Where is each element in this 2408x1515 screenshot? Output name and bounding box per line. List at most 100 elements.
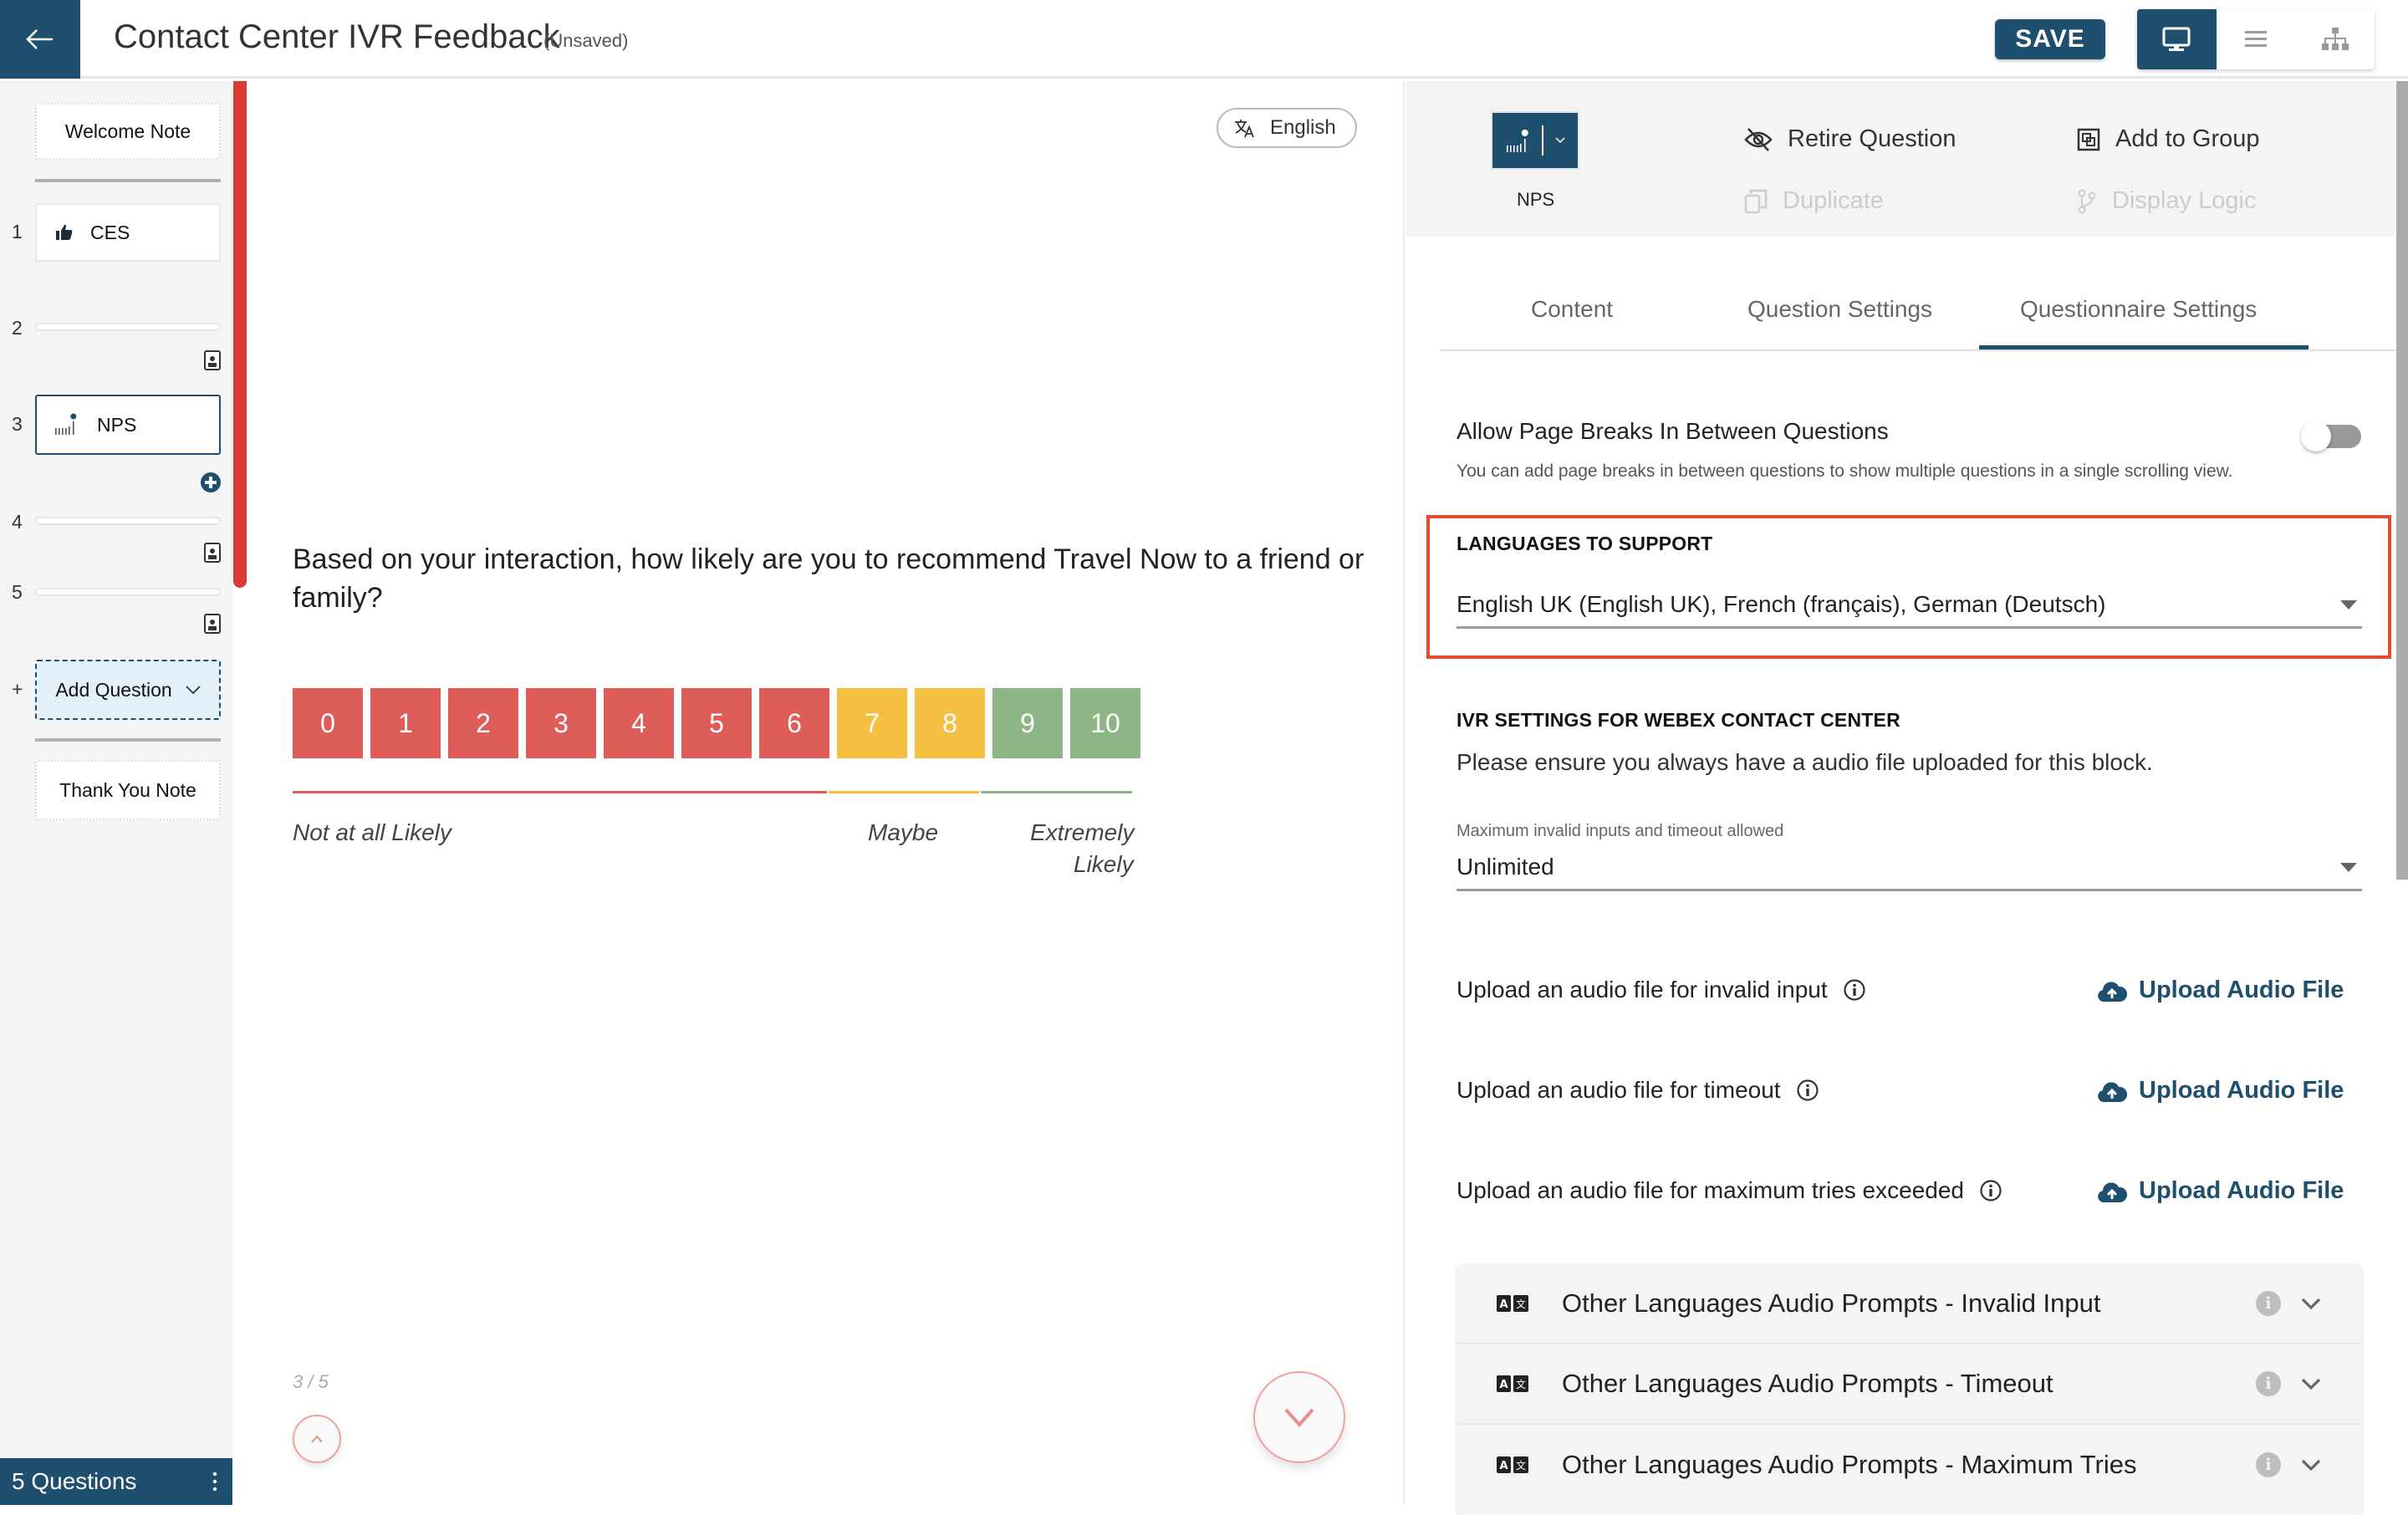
info-outline-icon[interactable]: [1979, 1179, 2002, 1202]
add-after-icon[interactable]: [201, 472, 221, 492]
chevron-down-icon: [1555, 137, 1565, 144]
question-card-4[interactable]: [35, 517, 221, 525]
translate-icon: [1235, 120, 1254, 138]
welcome-note-label: Welcome Note: [64, 120, 191, 142]
nps-option-4[interactable]: 4: [604, 688, 674, 758]
chevron-down-icon[interactable]: [2301, 1297, 2321, 1310]
branch-icon: [2078, 189, 2096, 213]
nps-option-9[interactable]: 9: [992, 688, 1063, 758]
back-button[interactable]: [0, 0, 80, 79]
info-icon[interactable]: i: [2256, 1371, 2281, 1396]
copy-icon: [1744, 189, 1768, 213]
info-icon[interactable]: i: [2256, 1291, 2281, 1316]
max-invalid-value: Unlimited: [1457, 853, 1554, 880]
max-invalid-select[interactable]: Unlimited: [1457, 844, 2362, 891]
languages-select[interactable]: English UK (English UK), French (françai…: [1457, 582, 2362, 629]
cloud-upload-icon: [2098, 981, 2127, 1002]
nps-option-10[interactable]: 10: [1070, 688, 1140, 758]
desktop-view-button[interactable]: [2137, 9, 2217, 69]
accordion-label: Other Languages Audio Prompts - Maximum …: [1562, 1450, 2137, 1479]
add-to-group-button[interactable]: Add to Group: [2077, 125, 2260, 153]
info-outline-icon[interactable]: [1843, 978, 1866, 1002]
nps-option-8[interactable]: 8: [915, 688, 985, 758]
question-type-button[interactable]: [1491, 111, 1579, 170]
hierarchy-view-button[interactable]: [2295, 9, 2375, 69]
question-card-ces[interactable]: CES: [35, 203, 221, 262]
scale-line-detractor: [293, 791, 827, 793]
question-card-5[interactable]: [35, 588, 221, 596]
scrollbar[interactable]: [2396, 81, 2408, 880]
next-question-button[interactable]: [1253, 1371, 1345, 1463]
duplicate-button[interactable]: Duplicate: [1744, 187, 1884, 215]
save-button[interactable]: SAVE: [1995, 19, 2105, 59]
display-logic-button[interactable]: Display Logic: [2077, 187, 2256, 215]
previous-question-button[interactable]: [293, 1415, 341, 1463]
cloud-upload-icon: [2098, 1181, 2127, 1202]
divider: [35, 738, 221, 742]
nps-option-3[interactable]: 3: [526, 688, 596, 758]
welcome-note-card[interactable]: Welcome Note: [35, 103, 221, 160]
divider: [35, 179, 221, 182]
monitor-icon: [2162, 27, 2191, 51]
accordion-row[interactable]: A 文 Other Languages Audio Prompts - Invali…: [1457, 1264, 2362, 1344]
retire-question-button[interactable]: Retire Question: [1744, 125, 1956, 153]
svg-text:文: 文: [1516, 1298, 1526, 1310]
upload-row-label: Upload an audio file for maximum tries e…: [1457, 1177, 2002, 1204]
add-question-label: Add Question: [55, 678, 172, 701]
page-break-icon[interactable]: [204, 543, 221, 563]
upload-audio-file-button[interactable]: Upload Audio File: [2097, 1177, 2344, 1205]
caret-down-icon: [2340, 863, 2357, 872]
upload-audio-file-button[interactable]: Upload Audio File: [2097, 1077, 2344, 1104]
question-type-label: NPS: [1517, 189, 1555, 210]
add-question-button[interactable]: Add Question: [35, 660, 221, 720]
scale-label-high: Extremely: [1030, 819, 1135, 845]
chevron-down-icon[interactable]: [2301, 1458, 2321, 1472]
question-card-2[interactable]: [35, 323, 221, 331]
info-icon[interactable]: i: [2256, 1452, 2281, 1477]
chevron-down-icon: [1284, 1408, 1314, 1427]
scale-label-mid: Maybe: [868, 819, 939, 845]
accordion-row[interactable]: A 文 Other Languages Audio Prompts - Maximu…: [1457, 1425, 2362, 1505]
nps-option-6[interactable]: 6: [759, 688, 829, 758]
arrow-left-icon: [26, 29, 53, 49]
ivr-note: Please ensure you always have a audio fi…: [1457, 749, 2153, 775]
questions-count: 5 Questions: [12, 1468, 137, 1494]
nps-scale: 0 1 2 3 4 5 6 7 8 9 10: [293, 688, 1140, 758]
list-view-button[interactable]: [2217, 9, 2296, 69]
tab-content[interactable]: Content: [1531, 296, 1613, 323]
svg-text:A: A: [1499, 1460, 1508, 1472]
active-tab-indicator: [1979, 345, 2309, 349]
more-vertical-icon[interactable]: [212, 1470, 217, 1493]
nps-option-7[interactable]: 7: [837, 688, 907, 758]
upload-row-label: Upload an audio file for timeout: [1457, 1077, 1819, 1104]
other-languages-accordion: A 文 Other Languages Audio Prompts - Invali…: [1457, 1264, 2362, 1515]
thumbs-up-icon: [56, 224, 73, 240]
info-outline-icon[interactable]: [1796, 1079, 1819, 1102]
nps-option-5[interactable]: 5: [681, 688, 752, 758]
questions-count-bar: 5 Questions: [0, 1458, 232, 1505]
svg-text:A: A: [1499, 1298, 1508, 1311]
tab-questionnaire-settings[interactable]: Questionnaire Settings: [2020, 296, 2257, 323]
group-icon: [2077, 128, 2100, 150]
question-number: 5: [12, 581, 23, 603]
page-breaks-title: Allow Page Breaks In Between Questions: [1457, 418, 1889, 444]
scale-line-promoter: [981, 791, 1132, 793]
chevron-down-icon[interactable]: [2301, 1377, 2321, 1390]
upload-audio-file-button[interactable]: Upload Audio File: [2097, 977, 2344, 1004]
nps-option-2[interactable]: 2: [448, 688, 518, 758]
language-selector[interactable]: English: [1217, 108, 1357, 148]
language-translate-icon: A文: [1497, 1456, 1528, 1473]
accordion-row[interactable]: A 文 Other Languages Audio Prompts - Timeou…: [1457, 1344, 2362, 1425]
chevron-up-icon: [311, 1435, 323, 1443]
tab-question-settings[interactable]: Question Settings: [1747, 296, 1932, 323]
page-break-icon[interactable]: [204, 350, 221, 370]
save-status: (Unsaved): [543, 30, 629, 51]
separator: [1542, 125, 1543, 156]
nps-option-1[interactable]: 1: [370, 688, 441, 758]
thank-you-note-label: Thank You Note: [59, 778, 196, 801]
thank-you-note-card[interactable]: Thank You Note: [35, 760, 221, 820]
nps-option-0[interactable]: 0: [293, 688, 363, 758]
page-breaks-toggle[interactable]: [2301, 421, 2363, 451]
question-card-nps[interactable]: NPS: [35, 395, 221, 455]
page-break-icon[interactable]: [204, 614, 221, 634]
